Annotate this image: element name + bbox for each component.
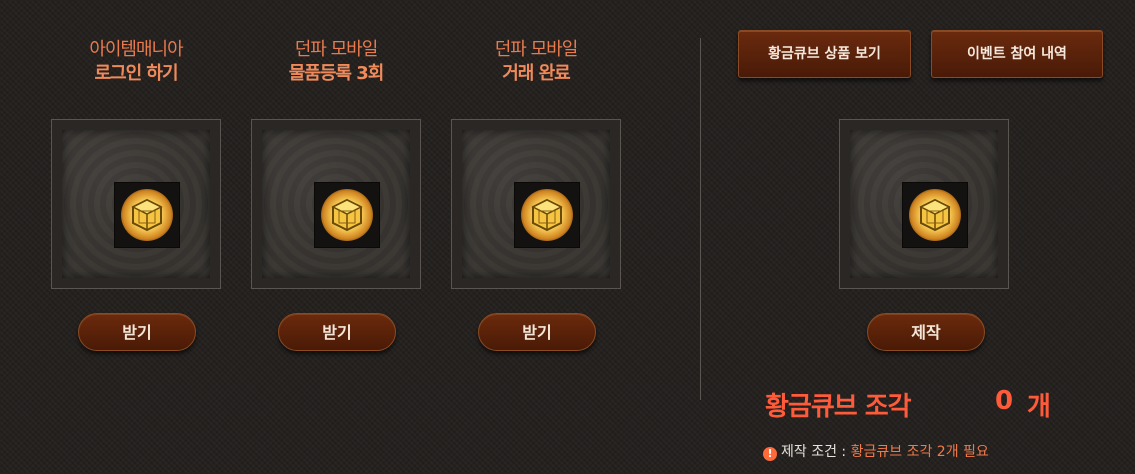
receive-button-login[interactable]: 받기: [78, 313, 196, 351]
mission-title-line2: 로그인 하기: [94, 63, 178, 84]
cube-piece-count-unit: 개: [1027, 392, 1051, 422]
view-products-button[interactable]: 황금큐브 상품 보기: [738, 30, 911, 78]
condition-value: 황금큐브 조각 2개 필요: [850, 444, 989, 460]
condition-separator: :: [836, 444, 851, 460]
mission-title-line1: 던파 모바일: [294, 39, 379, 60]
craft-item-frame: [839, 119, 1009, 289]
golden-cube-icon: [121, 189, 173, 241]
golden-cube-icon: [521, 189, 573, 241]
craft-condition: ! 제작 조건 : 황금큐브 조각 2개 필요: [763, 441, 989, 461]
section-divider: [700, 38, 701, 400]
exclamation-icon: !: [763, 447, 777, 461]
golden-cube-icon: [321, 189, 373, 241]
craft-item-background: [850, 130, 998, 278]
receive-button-trade[interactable]: 받기: [478, 313, 596, 351]
reward-item-frame: [251, 119, 421, 289]
mission-register: 던파 모바일 물품등록 3회 받기: [251, 0, 421, 474]
reward-item-background: [62, 130, 210, 278]
mission-title-line2: 거래 완료: [502, 63, 571, 84]
cube-piece-count-label: 황금큐브 조각: [765, 392, 912, 422]
cube-slot: [902, 182, 968, 248]
reward-item-background: [262, 130, 410, 278]
mission-title: 아이템매니아 로그인 하기: [51, 38, 221, 86]
golden-cube-icon: [909, 189, 961, 241]
mission-title-line1: 던파 모바일: [494, 39, 579, 60]
cube-slot: [314, 182, 380, 248]
reward-item-frame: [51, 119, 221, 289]
condition-label: 제작 조건: [781, 444, 837, 460]
event-history-button[interactable]: 이벤트 참여 내역: [931, 30, 1103, 78]
craft-button[interactable]: 제작: [867, 313, 985, 351]
mission-trade: 던파 모바일 거래 완료 받기: [451, 0, 621, 474]
cube-slot: [114, 182, 180, 248]
cube-slot: [514, 182, 580, 248]
mission-title-line1: 아이템매니아: [89, 39, 183, 60]
cube-piece-count-value: 0: [995, 386, 1014, 416]
mission-title-line2: 물품등록 3회: [288, 63, 385, 84]
mission-title: 던파 모바일 거래 완료: [451, 38, 621, 86]
mission-login: 아이템매니아 로그인 하기 받기: [51, 0, 221, 474]
mission-title: 던파 모바일 물품등록 3회: [251, 38, 421, 86]
reward-item-frame: [451, 119, 621, 289]
reward-item-background: [462, 130, 610, 278]
receive-button-register[interactable]: 받기: [278, 313, 396, 351]
